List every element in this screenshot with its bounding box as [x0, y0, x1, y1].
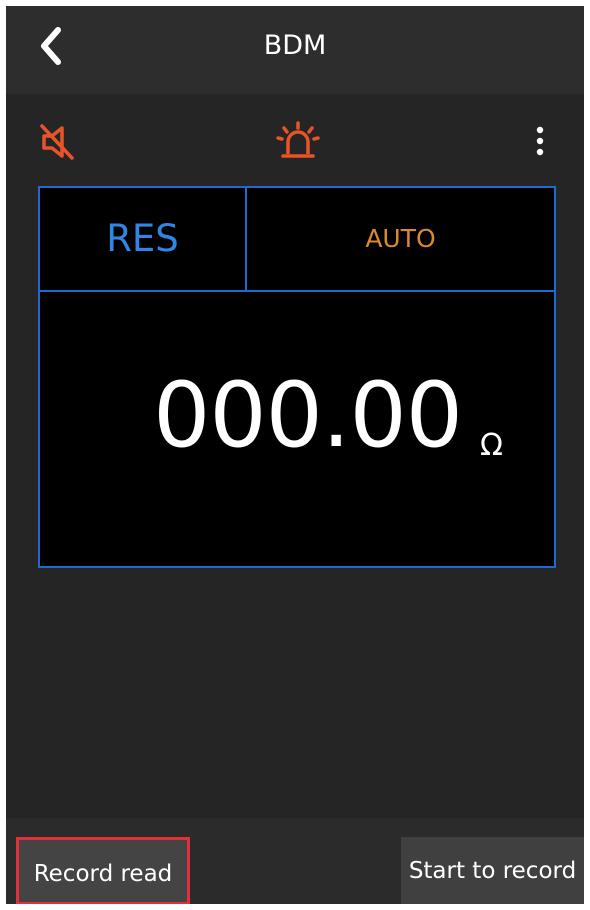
page-title: BDM: [263, 30, 327, 61]
meter-display: RES AUTO 000.00 Ω: [38, 186, 556, 568]
start-record-button[interactable]: Start to record: [401, 837, 584, 904]
app-screen: BDM RES AUTO 000.00 Ω Record read Start …: [6, 6, 584, 904]
footer-bar: Record read Start to record: [6, 818, 584, 904]
more-vertical-icon: [536, 126, 544, 156]
speaker-muted-icon: [40, 124, 74, 160]
range-mode[interactable]: AUTO: [247, 188, 554, 292]
app-header: BDM: [6, 6, 584, 94]
record-read-button[interactable]: Record read: [16, 837, 190, 904]
mute-button[interactable]: [38, 122, 78, 162]
alarm-button[interactable]: [276, 120, 320, 164]
alarm-siren-icon: [276, 121, 320, 158]
measurement-mode[interactable]: RES: [40, 188, 247, 292]
meter-toolbar: [6, 94, 584, 184]
reading-value: 000.00: [153, 363, 463, 468]
reading-unit: Ω: [480, 428, 503, 463]
more-options-button[interactable]: [528, 124, 552, 160]
